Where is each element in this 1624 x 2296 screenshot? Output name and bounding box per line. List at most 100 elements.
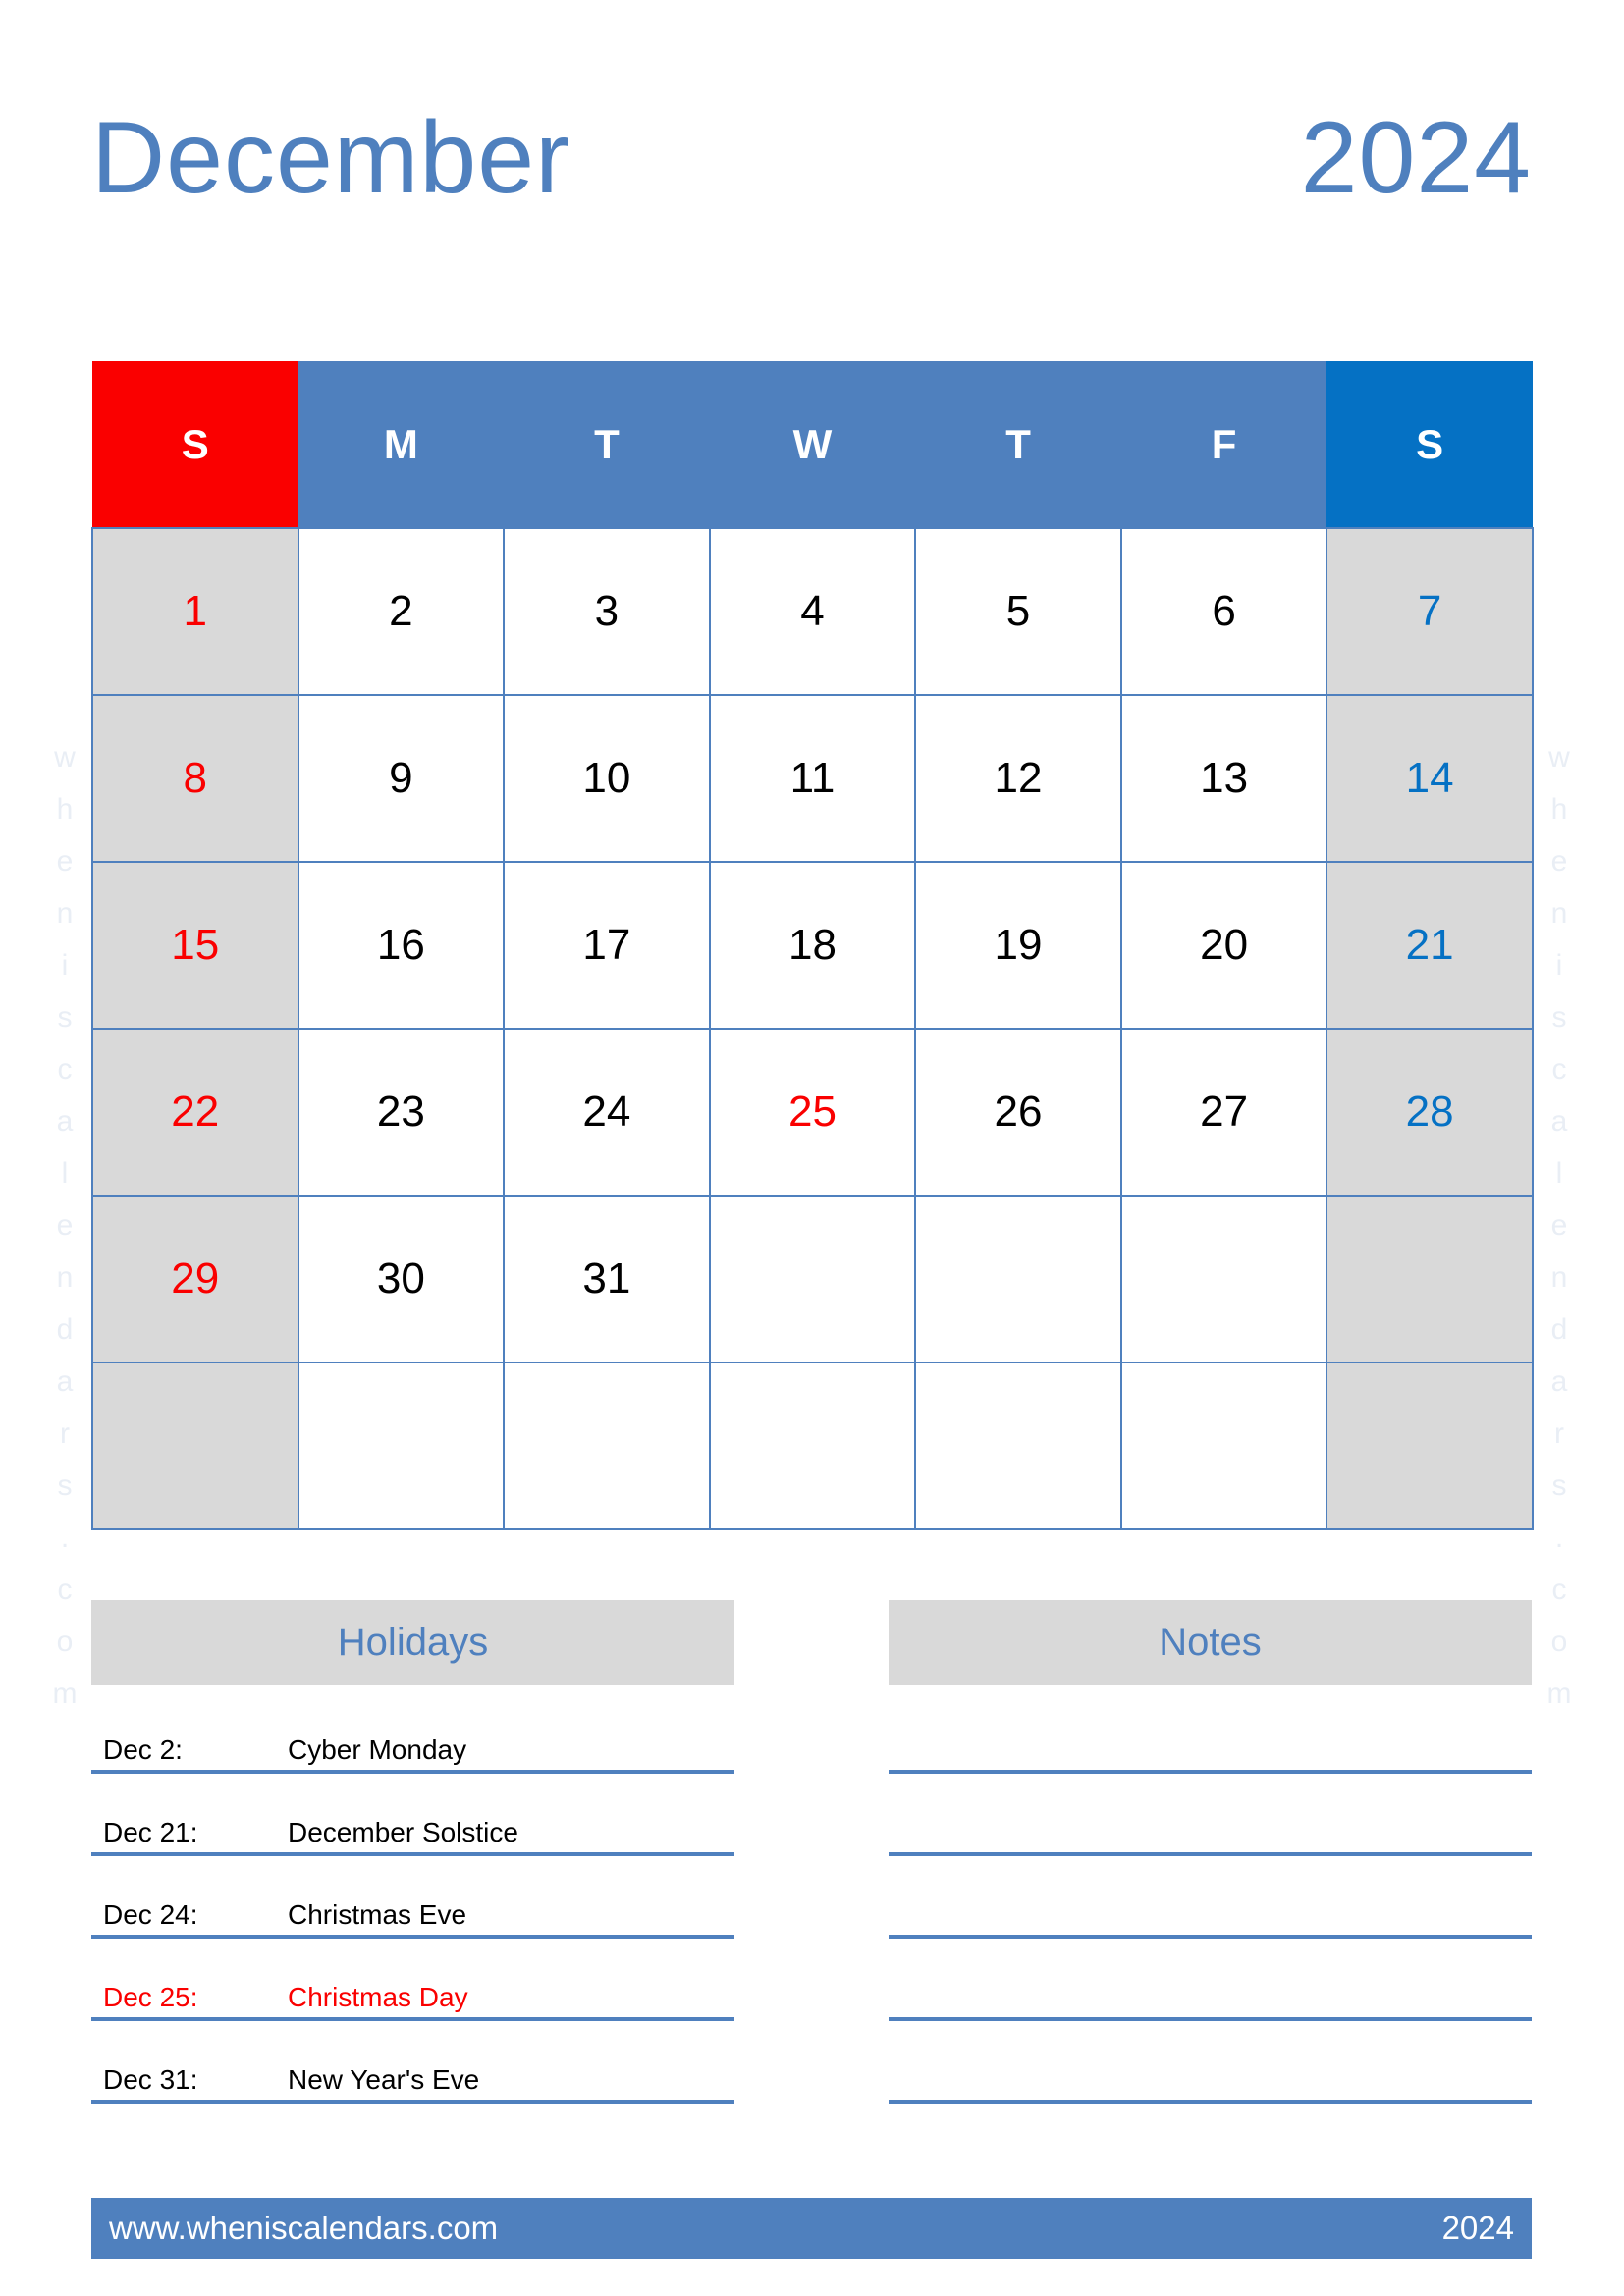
day-cell-empty xyxy=(297,1362,506,1530)
day-cell-20[interactable]: 20 xyxy=(1119,861,1328,1030)
watermark-char: m xyxy=(1546,1678,1572,1710)
day-cell-31[interactable]: 31 xyxy=(503,1195,711,1363)
page-title: December 2024 xyxy=(91,94,1532,222)
day-cell-10[interactable]: 10 xyxy=(503,694,711,863)
holiday-row: Dec 21: December Solstice xyxy=(91,1774,734,1856)
day-cell-empty xyxy=(1119,1195,1328,1363)
holiday-date: Dec 2: xyxy=(103,1735,183,1765)
day-cell-25[interactable]: 25 xyxy=(708,1028,917,1197)
day-cell-13[interactable]: 13 xyxy=(1119,694,1328,863)
notes-panel-header: Notes xyxy=(889,1600,1532,1685)
day-cell-7[interactable]: 7 xyxy=(1326,527,1534,696)
notes-panel: Notes xyxy=(889,1600,1532,2104)
day-cell-19[interactable]: 19 xyxy=(914,861,1122,1030)
day-cell-11[interactable]: 11 xyxy=(708,694,917,863)
day-cell-15[interactable]: 15 xyxy=(91,861,299,1030)
holiday-name: New Year's Eve xyxy=(288,2064,480,2095)
day-cell-30[interactable]: 30 xyxy=(297,1195,506,1363)
holiday-date: Dec 25: xyxy=(103,1982,198,2012)
holiday-date: Dec 31: xyxy=(103,2064,198,2095)
weekday-header-row: SMTWTFS xyxy=(92,361,1533,528)
calendar-week-row: 15 16 17 18 19 20 21 xyxy=(91,861,1534,1030)
day-cell-1[interactable]: 1 xyxy=(91,527,299,696)
day-cell-empty xyxy=(708,1195,917,1363)
day-cell-empty xyxy=(914,1195,1122,1363)
watermark-char: e xyxy=(1550,1209,1568,1242)
watermark-char: d xyxy=(56,1313,74,1346)
day-cell-9[interactable]: 9 xyxy=(297,694,506,863)
holiday-row: Dec 2: Cyber Monday xyxy=(91,1691,734,1774)
watermark-char: o xyxy=(56,1626,74,1658)
watermark-left: wheniscalendars.com xyxy=(43,731,86,1720)
holiday-name: Cyber Monday xyxy=(288,1735,467,1765)
notes-lines[interactable] xyxy=(889,1685,1532,2104)
watermark-char: a xyxy=(56,1365,74,1398)
weekday-header-wednesday: W xyxy=(709,361,916,528)
holidays-list: Dec 2: Cyber Monday Dec 21: December Solsti… xyxy=(91,1685,734,2104)
watermark-char: s xyxy=(57,1001,73,1034)
watermark-char: r xyxy=(60,1417,70,1450)
page-footer: www.wheniscalendars.com 2024 xyxy=(91,2198,1532,2259)
day-cell-empty xyxy=(503,1362,711,1530)
day-cell-12[interactable]: 12 xyxy=(914,694,1122,863)
holiday-name: December Solstice xyxy=(288,1817,518,1847)
watermark-char: c xyxy=(57,1574,73,1606)
holiday-row: Dec 25: Christmas Day xyxy=(91,1939,734,2021)
watermark-char: a xyxy=(1550,1365,1568,1398)
weekday-header-tuesday: T xyxy=(504,361,710,528)
day-cell-24[interactable]: 24 xyxy=(503,1028,711,1197)
day-cell-14[interactable]: 14 xyxy=(1326,694,1534,863)
calendar-page: wheniscalendars.com wheniscalendars.com … xyxy=(0,0,1624,2296)
watermark-char: d xyxy=(1550,1313,1568,1346)
bottom-panels: Holidays Dec 2: Cyber Monday Dec 21: Decemb… xyxy=(91,1600,1532,2104)
watermark-char: m xyxy=(52,1678,78,1710)
watermark-char: s xyxy=(1551,1469,1567,1502)
watermark-char: e xyxy=(1550,845,1568,878)
day-cell-empty xyxy=(914,1362,1122,1530)
day-cell-26[interactable]: 26 xyxy=(914,1028,1122,1197)
calendar-week-row: 8 9 10 11 12 13 14 xyxy=(91,694,1534,863)
day-cell-17[interactable]: 17 xyxy=(503,861,711,1030)
day-cell-empty xyxy=(1119,1362,1328,1530)
day-cell-28[interactable]: 28 xyxy=(1326,1028,1534,1197)
calendar-grid: SMTWTFS 1 2 3 4 5 6 7 8 9 10 11 12 13 14 15 16 17 18 19 20 2… xyxy=(91,361,1534,1530)
watermark-char: . xyxy=(60,1522,70,1554)
day-cell-4[interactable]: 4 xyxy=(708,527,917,696)
day-cell-8[interactable]: 8 xyxy=(91,694,299,863)
day-cell-5[interactable]: 5 xyxy=(914,527,1122,696)
day-cell-16[interactable]: 16 xyxy=(297,861,506,1030)
day-cell-21[interactable]: 21 xyxy=(1326,861,1534,1030)
watermark-char: c xyxy=(1551,1053,1567,1086)
weekday-header-monday: M xyxy=(298,361,505,528)
note-line[interactable] xyxy=(889,1691,1532,1774)
footer-year: 2024 xyxy=(1441,2210,1514,2246)
day-cell-22[interactable]: 22 xyxy=(91,1028,299,1197)
watermark-char: h xyxy=(1550,793,1568,826)
weekday-header-thursday: T xyxy=(915,361,1121,528)
note-line[interactable] xyxy=(889,2021,1532,2104)
day-cell-2[interactable]: 2 xyxy=(297,527,506,696)
day-cell-empty xyxy=(1326,1362,1534,1530)
watermark-char: l xyxy=(61,1157,69,1190)
day-cell-3[interactable]: 3 xyxy=(503,527,711,696)
calendar-week-row: 29 30 31 xyxy=(91,1195,1534,1363)
day-cell-6[interactable]: 6 xyxy=(1119,527,1328,696)
day-cell-23[interactable]: 23 xyxy=(297,1028,506,1197)
calendar-body: 1 2 3 4 5 6 7 8 9 10 11 12 13 14 15 16 17 18 19 20 21 22 23 24 2… xyxy=(91,527,1534,1530)
watermark-char: o xyxy=(1550,1626,1568,1658)
day-cell-29[interactable]: 29 xyxy=(91,1195,299,1363)
note-line[interactable] xyxy=(889,1856,1532,1939)
watermark-char: r xyxy=(1554,1417,1564,1450)
holiday-row: Dec 24: Christmas Eve xyxy=(91,1856,734,1939)
footer-website-url[interactable]: www.wheniscalendars.com xyxy=(109,2210,498,2247)
day-cell-empty xyxy=(1326,1195,1534,1363)
watermark-char: e xyxy=(56,1209,74,1242)
note-line[interactable] xyxy=(889,1939,1532,2021)
watermark-char: w xyxy=(1548,741,1570,774)
day-cell-18[interactable]: 18 xyxy=(708,861,917,1030)
holidays-heading: Holidays xyxy=(337,1621,489,1664)
holidays-panel-header: Holidays xyxy=(91,1600,734,1685)
day-cell-27[interactable]: 27 xyxy=(1119,1028,1328,1197)
holiday-date: Dec 21: xyxy=(103,1817,198,1847)
note-line[interactable] xyxy=(889,1774,1532,1856)
